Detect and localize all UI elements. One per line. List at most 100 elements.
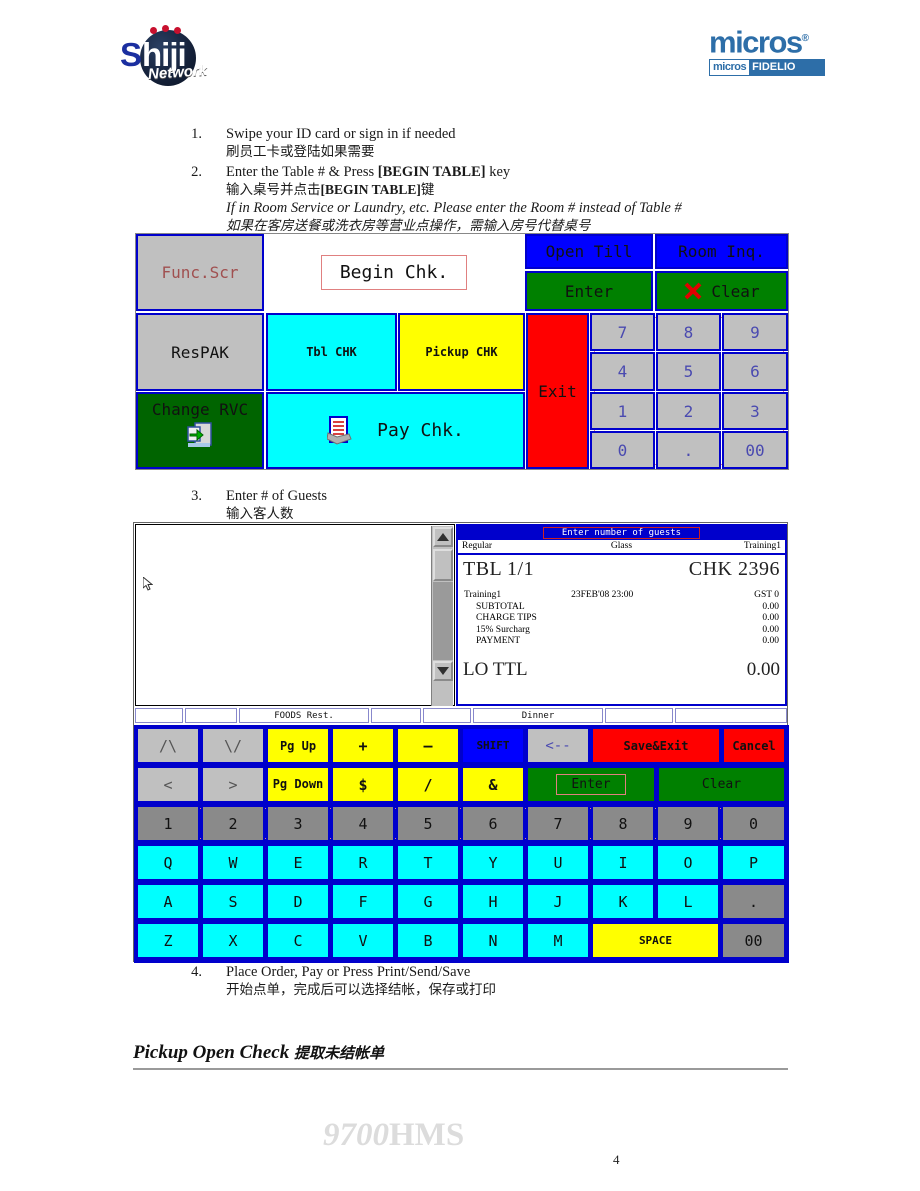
check-line-value: 0.00: [762, 613, 779, 623]
key-n[interactable]: N: [461, 922, 525, 959]
button-clear[interactable]: Clear: [655, 271, 788, 311]
button-enter[interactable]: Enter: [525, 271, 653, 311]
order-detail-scrollbar[interactable]: [431, 526, 453, 706]
key-b[interactable]: B: [396, 922, 460, 959]
key-cancel[interactable]: Cancel: [722, 727, 786, 764]
numpad-key-8[interactable]: 8: [656, 313, 721, 351]
button-func-scr[interactable]: Func.Scr: [136, 234, 264, 311]
key-slash[interactable]: /: [396, 766, 460, 803]
numpad-key-decimal[interactable]: .: [656, 431, 721, 469]
key-page-up[interactable]: Pg Up: [266, 727, 330, 764]
micros-wordmark: micros®: [709, 24, 825, 57]
key-l[interactable]: L: [656, 883, 720, 920]
key-nav-down[interactable]: \/: [201, 727, 265, 764]
key-q[interactable]: Q: [136, 844, 200, 881]
on-screen-keyboard[interactable]: /\ \/ Pg Up + – SHIFT <-- Save&Exit Canc…: [134, 725, 789, 963]
key-v[interactable]: V: [331, 922, 395, 959]
key-1[interactable]: 1: [136, 805, 200, 842]
button-begin-chk[interactable]: Begin Chk.: [320, 255, 468, 290]
numpad-key-0[interactable]: 0: [590, 431, 655, 469]
key-c[interactable]: C: [266, 922, 330, 959]
check-header-left: Regular: [462, 541, 493, 551]
numpad-key-3[interactable]: 3: [722, 392, 788, 430]
key-space[interactable]: SPACE: [591, 922, 720, 959]
key-a[interactable]: A: [136, 883, 200, 920]
button-open-till[interactable]: Open Till: [525, 234, 653, 269]
key-clear[interactable]: Clear: [657, 766, 786, 803]
scrollbar-thumb[interactable]: [433, 549, 453, 581]
key-shift[interactable]: SHIFT: [461, 727, 525, 764]
key-h[interactable]: H: [461, 883, 525, 920]
keyboard-number-row[interactable]: 1 2 3 4 5 6 7 8 9 0: [136, 805, 786, 842]
key-8[interactable]: 8: [591, 805, 655, 842]
key-enter[interactable]: Enter: [526, 766, 656, 803]
button-respak[interactable]: ResPAK: [136, 313, 264, 391]
key-4[interactable]: 4: [331, 805, 395, 842]
numpad-key-5[interactable]: 5: [656, 352, 721, 391]
numpad-key-1[interactable]: 1: [590, 392, 655, 430]
button-exit[interactable]: Exit: [526, 313, 589, 469]
key-g[interactable]: G: [396, 883, 460, 920]
key-plus[interactable]: +: [331, 727, 395, 764]
key-u[interactable]: U: [526, 844, 590, 881]
button-tbl-chk[interactable]: Tbl CHK: [266, 313, 397, 391]
key-nav-up[interactable]: /\: [136, 727, 200, 764]
check-line-label: SUBTOTAL: [476, 601, 525, 612]
scroll-down-button[interactable]: [433, 661, 453, 681]
key-d[interactable]: D: [266, 883, 330, 920]
key-6[interactable]: 6: [461, 805, 525, 842]
scrollbar-track[interactable]: [433, 582, 453, 660]
key-7[interactable]: 7: [526, 805, 590, 842]
key-y[interactable]: Y: [461, 844, 525, 881]
button-change-rvc[interactable]: Change RVC: [136, 392, 264, 469]
order-detail-window[interactable]: [135, 524, 455, 706]
key-m[interactable]: M: [526, 922, 590, 959]
scroll-up-button[interactable]: [433, 527, 453, 547]
pos-screen-begin-check[interactable]: Func.Scr Begin Chk. Open Till Room Inq. …: [135, 233, 789, 470]
numpad-key-7[interactable]: 7: [590, 313, 655, 351]
key-backspace[interactable]: <--: [526, 727, 590, 764]
key-9[interactable]: 9: [656, 805, 720, 842]
key-2[interactable]: 2: [201, 805, 265, 842]
numpad-key-4[interactable]: 4: [590, 352, 655, 391]
key-i[interactable]: I: [591, 844, 655, 881]
key-z[interactable]: Z: [136, 922, 200, 959]
button-room-inq[interactable]: Room Inq.: [655, 234, 788, 269]
numpad-key-9[interactable]: 9: [722, 313, 788, 351]
key-period[interactable]: .: [721, 883, 786, 920]
step-4-number: 4.: [191, 964, 202, 980]
key-double-zero[interactable]: 00: [721, 922, 786, 959]
pos-screen-guest-count[interactable]: Enter number of guests Regular Glass Tra…: [133, 522, 789, 963]
key-5[interactable]: 5: [396, 805, 460, 842]
key-p[interactable]: P: [721, 844, 786, 881]
key-page-down[interactable]: Pg Down: [266, 766, 330, 803]
page-header: S hiji Network micros® micros FIDELIO: [0, 0, 920, 110]
key-f[interactable]: F: [331, 883, 395, 920]
key-x[interactable]: X: [201, 922, 265, 959]
key-0[interactable]: 0: [721, 805, 786, 842]
key-minus[interactable]: –: [396, 727, 460, 764]
status-cell-revenue-center: FOODS Rest.: [239, 708, 369, 723]
numeric-keypad[interactable]: 7 8 9 4 5 6 1 2 3 0 . 00: [590, 313, 788, 469]
numpad-key-6[interactable]: 6: [722, 352, 788, 391]
key-dollar[interactable]: $: [331, 766, 395, 803]
numpad-key-2[interactable]: 2: [656, 392, 721, 430]
button-pay-chk[interactable]: Pay Chk.: [266, 392, 525, 469]
key-s[interactable]: S: [201, 883, 265, 920]
step-2-text-en-pre: Enter the Table # & Press: [226, 164, 378, 180]
key-t[interactable]: T: [396, 844, 460, 881]
key-3[interactable]: 3: [266, 805, 330, 842]
key-r[interactable]: R: [331, 844, 395, 881]
key-w[interactable]: W: [201, 844, 265, 881]
key-o[interactable]: O: [656, 844, 720, 881]
numpad-key-double-zero[interactable]: 00: [722, 431, 788, 469]
key-nav-left[interactable]: <: [136, 766, 200, 803]
key-save-and-exit[interactable]: Save&Exit: [591, 727, 721, 764]
button-pickup-chk[interactable]: Pickup CHK: [398, 313, 525, 391]
key-nav-right[interactable]: >: [201, 766, 265, 803]
key-e[interactable]: E: [266, 844, 330, 881]
key-ampersand[interactable]: &: [461, 766, 525, 803]
key-k[interactable]: K: [591, 883, 655, 920]
key-j[interactable]: J: [526, 883, 590, 920]
check-operator: Training1: [464, 590, 502, 600]
